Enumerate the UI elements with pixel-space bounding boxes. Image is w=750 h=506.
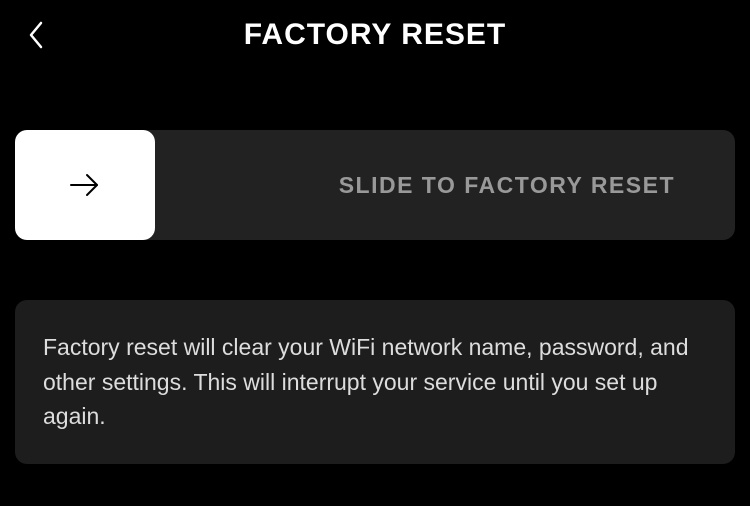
back-button[interactable] <box>16 15 56 55</box>
info-box: Factory reset will clear your WiFi netwo… <box>15 300 735 464</box>
slide-to-reset-label: SLIDE TO FACTORY RESET <box>339 172 675 199</box>
slide-to-reset-handle[interactable] <box>15 130 155 240</box>
page-title: FACTORY RESET <box>244 18 507 52</box>
info-text: Factory reset will clear your WiFi netwo… <box>43 330 707 434</box>
page-header: FACTORY RESET <box>0 0 750 70</box>
slide-to-reset-track[interactable]: SLIDE TO FACTORY RESET <box>15 130 735 240</box>
chevron-left-icon <box>27 20 45 50</box>
arrow-right-icon <box>65 165 105 205</box>
